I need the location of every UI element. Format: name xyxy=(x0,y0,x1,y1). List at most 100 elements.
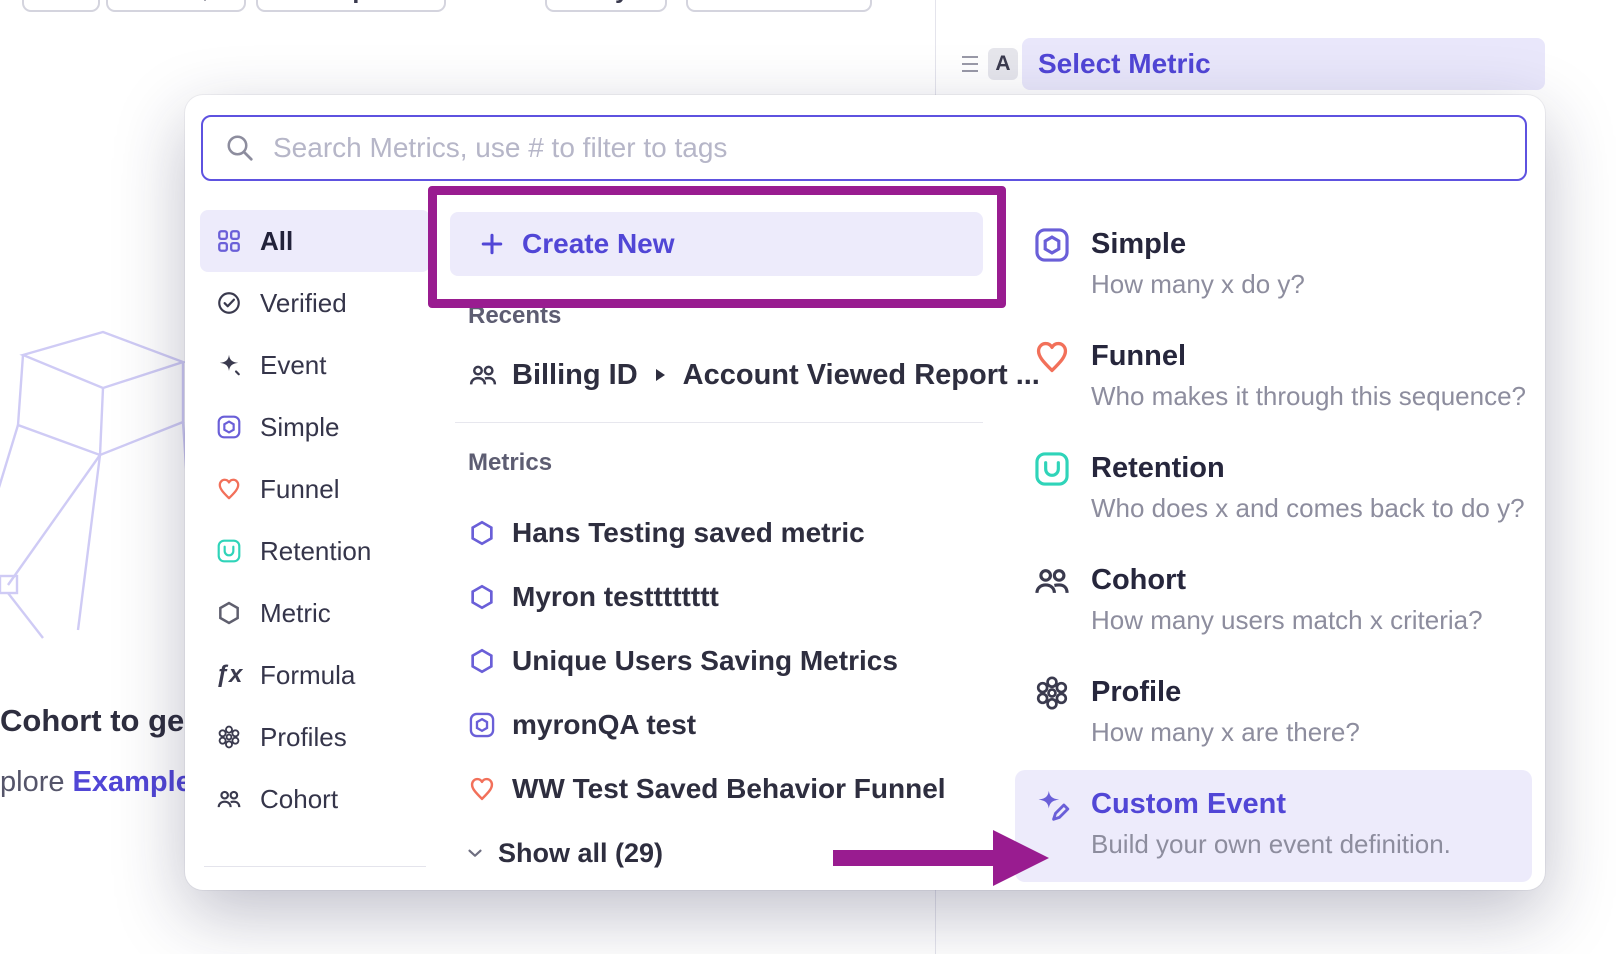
range-ytd-button[interactable]: YTD xyxy=(106,0,246,12)
type-retention[interactable]: Retention Who does x and comes back to do… xyxy=(1015,434,1532,546)
metric-search-box[interactable] xyxy=(201,115,1527,181)
drag-handle-icon[interactable] xyxy=(962,56,978,77)
day-label: Day xyxy=(583,0,629,5)
recent-item-group: Billing ID xyxy=(512,359,638,392)
saved-metric-row[interactable]: Myron testttttttt xyxy=(450,565,983,629)
series-a-badge: A xyxy=(988,48,1018,80)
sidebar-item-retention[interactable]: Retention xyxy=(200,520,430,582)
metric-picker-modal: All Verified Event Simple Funnel Retenti… xyxy=(185,95,1545,890)
type-custom-event[interactable]: Custom Event Build your own event definit… xyxy=(1015,770,1532,882)
retention-icon xyxy=(216,538,242,564)
empty-state-headline: Cohort to ge xyxy=(0,703,184,739)
plus-icon xyxy=(478,230,506,258)
recents-metrics-divider xyxy=(455,422,983,423)
search-icon xyxy=(225,133,255,163)
example-link[interactable]: Example xyxy=(73,766,192,798)
sidebar-item-label: Verified xyxy=(260,288,347,319)
type-description: How many users match x criteria? xyxy=(1091,605,1483,636)
sidebar-item-simple[interactable]: Simple xyxy=(200,396,430,458)
select-metric-pill[interactable]: Select Metric xyxy=(1022,38,1545,90)
hexagon-square-icon xyxy=(216,414,242,440)
type-description: Build your own event definition. xyxy=(1091,829,1451,860)
people-icon xyxy=(1033,562,1071,658)
sidebar-item-label: Profiles xyxy=(260,722,347,753)
saved-metric-row[interactable]: Unique Users Saving Metrics xyxy=(450,629,983,693)
type-description: Who makes it through this sequence? xyxy=(1091,381,1526,412)
series-a-label: A xyxy=(995,52,1010,76)
metric-type-column: SimpleHow many x do y? Funnel Who makes i… xyxy=(1015,210,1532,882)
chart-type-line-button[interactable]: Line xyxy=(686,0,872,12)
sidebar-item-verified[interactable]: Verified xyxy=(200,272,430,334)
sidebar-item-funnel[interactable]: Funnel xyxy=(200,458,430,520)
explore-prefix: plore xyxy=(0,766,73,798)
grid-icon xyxy=(216,228,242,254)
people-icon xyxy=(216,786,242,812)
range-ytd-label: YTD xyxy=(140,0,190,5)
type-description: Who does x and comes back to do y? xyxy=(1091,493,1525,524)
sidebar-item-profiles[interactable]: Profiles xyxy=(200,706,430,768)
chevron-down-icon xyxy=(464,842,486,864)
type-name: Custom Event xyxy=(1091,786,1451,822)
saved-metric-label: WW Test Saved Behavior Funnel xyxy=(512,773,946,805)
granularity-day-button[interactable]: Day xyxy=(545,0,667,12)
verified-badge-icon xyxy=(216,290,242,316)
type-description: How many x do y? xyxy=(1091,269,1305,300)
saved-metric-label: myronQA test xyxy=(512,709,696,741)
decorative-wireframe-art xyxy=(0,330,198,640)
recent-item[interactable]: Billing ID Account Viewed Report ... xyxy=(468,352,983,398)
recents-header: Recents xyxy=(468,302,983,330)
saved-metric-row[interactable]: myronQA test xyxy=(450,693,983,757)
sidebar-item-label: Event xyxy=(260,350,327,381)
metric-search-input[interactable] xyxy=(273,132,1503,164)
picker-middle-column: Create New Recents Billing ID Account Vi… xyxy=(450,212,983,875)
hexagon-icon xyxy=(468,519,496,547)
hexagon-square-icon xyxy=(1033,226,1071,322)
hexagon-icon xyxy=(468,647,496,675)
hexagon-icon xyxy=(468,583,496,611)
custom-event-icon xyxy=(1033,786,1071,882)
sidebar-item-label: Metric xyxy=(260,598,331,629)
spark-icon xyxy=(216,352,242,378)
compare-button[interactable]: Compare xyxy=(256,0,446,12)
type-cohort[interactable]: Cohort How many users match x criteria? xyxy=(1015,546,1532,658)
range-12m-label: 12M xyxy=(37,0,86,5)
funnel-heart-icon xyxy=(216,476,242,502)
sidebar-item-formula[interactable]: ƒxFormula xyxy=(200,644,430,706)
line-label: Line xyxy=(769,0,820,5)
create-new-button[interactable]: Create New xyxy=(450,212,983,276)
range-12m-button[interactable]: 12M xyxy=(22,0,100,12)
type-simple[interactable]: SimpleHow many x do y? xyxy=(1015,210,1532,322)
retention-icon xyxy=(1033,450,1071,546)
type-description: How many x are there? xyxy=(1091,717,1360,748)
sidebar-item-label: Cohort xyxy=(260,784,338,815)
saved-metric-label: Myron testttttttt xyxy=(512,581,719,613)
type-funnel[interactable]: Funnel Who makes it through this sequence… xyxy=(1015,322,1532,434)
show-all-toggle[interactable]: Show all (29) xyxy=(464,831,983,875)
sidebar-item-label: Funnel xyxy=(260,474,340,505)
saved-metric-row[interactable]: Hans Testing saved metric xyxy=(450,501,983,565)
hexagon-icon xyxy=(216,600,242,626)
sidebar-item-event[interactable]: Event xyxy=(200,334,430,396)
funnel-heart-icon xyxy=(468,775,496,803)
sidebar-item-all[interactable]: All xyxy=(200,210,430,272)
sidebar-item-cohort[interactable]: Cohort xyxy=(200,768,430,830)
recent-item-event: Account Viewed Report ... xyxy=(683,359,1040,392)
empty-state-subtext: plore Example xyxy=(0,766,192,799)
type-profile[interactable]: ProfileHow many x are there? xyxy=(1015,658,1532,770)
sidebar-item-metric[interactable]: Metric xyxy=(200,582,430,644)
type-name: Funnel xyxy=(1091,338,1526,374)
type-name: Cohort xyxy=(1091,562,1483,598)
sidebar-item-label: All xyxy=(260,226,293,257)
compare-label: Compare xyxy=(297,0,405,5)
saved-metric-row[interactable]: WW Test Saved Behavior Funnel xyxy=(450,757,983,821)
metrics-header: Metrics xyxy=(468,449,983,477)
flower-icon xyxy=(1033,674,1071,770)
chevron-down-icon xyxy=(198,0,212,1)
sidebar-item-partial[interactable] xyxy=(200,877,430,890)
type-name: Retention xyxy=(1091,450,1525,486)
breadcrumb-arrow-icon xyxy=(656,369,665,381)
sidebar-item-label: Formula xyxy=(260,660,355,691)
category-sidebar: All Verified Event Simple Funnel Retenti… xyxy=(200,210,430,890)
sidebar-divider xyxy=(204,866,426,867)
sidebar-item-label: Simple xyxy=(260,412,339,443)
